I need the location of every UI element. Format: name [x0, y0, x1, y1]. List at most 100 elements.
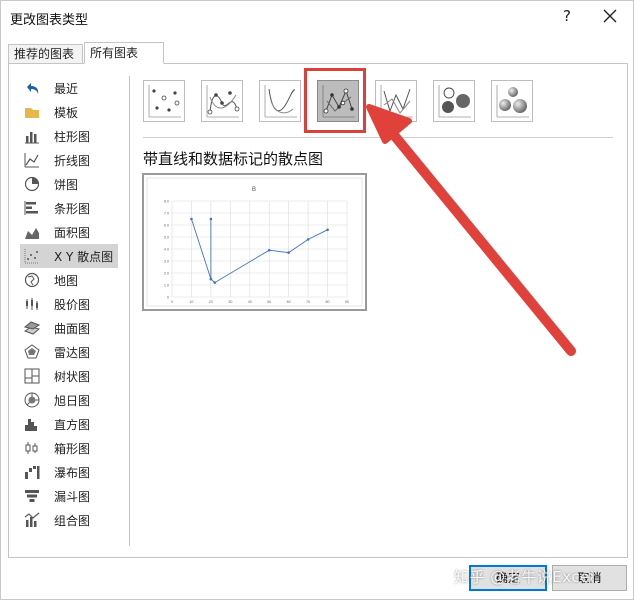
- preview-y-tick-label: 0: [167, 296, 169, 300]
- sidebar-item-histogram[interactable]: 直方图: [20, 412, 130, 436]
- sidebar-item-area-chart[interactable]: 面积图: [20, 220, 130, 244]
- preview-y-tick-label: 2.0: [164, 272, 169, 276]
- histogram-icon: [23, 415, 41, 433]
- preview-chart: B 0 1.0 2.0 3.0 4.0 5.0 6.0 7.0 8.0 0 10 20 30 40 50 60 7…: [146, 177, 363, 307]
- preview-data-point: [287, 251, 290, 254]
- preview-y-tick-label: 6.0: [164, 224, 169, 228]
- sidebar-item-combo-chart[interactable]: 组合图: [20, 508, 130, 532]
- undo-icon: [23, 79, 41, 97]
- subtype-title: 带直线和数据标记的散点图: [143, 150, 324, 168]
- change-chart-type-dialog: 更改图表类型 ? 推荐的图表 所有图表 最近模板柱形图折线图饼图条形图面积图 X …: [0, 0, 634, 600]
- scatter-straight-markers-icon: [322, 85, 355, 118]
- preview-y-tick-label: 8.0: [164, 200, 169, 204]
- horizontal-divider: [143, 137, 613, 138]
- help-button[interactable]: ?: [558, 5, 576, 27]
- preview-y-tick-label: 3.0: [164, 260, 169, 264]
- folder-icon: [23, 103, 41, 121]
- sidebar-item-map[interactable]: 地图: [20, 268, 130, 292]
- sidebar-item-funnel[interactable]: 漏斗图: [20, 484, 130, 508]
- sidebar-item-label: 模板: [54, 105, 79, 120]
- sidebar-item-stock-chart[interactable]: 股价图: [20, 292, 130, 316]
- dialog-title: 更改图表类型: [10, 13, 89, 28]
- sidebar-item-label: 树状图: [54, 369, 91, 384]
- sidebar-item-label: 条形图: [54, 201, 91, 216]
- scatter-chart-icon: [23, 247, 41, 265]
- bar-chart-icon: [23, 199, 41, 217]
- scatter-straight-lines-icon: [380, 85, 413, 118]
- tab-recommended-charts[interactable]: 推荐的图表: [8, 44, 83, 64]
- preview-chart-title: B: [252, 187, 256, 193]
- sidebar-item-box-whisker[interactable]: 箱形图: [20, 436, 130, 460]
- title-bar: 更改图表类型 ?: [1, 1, 633, 33]
- map-icon: [23, 271, 41, 289]
- preview-x-tick-label: 10: [189, 300, 193, 304]
- preview-chart-area: [146, 177, 363, 307]
- box-whisker-icon: [23, 439, 41, 457]
- preview-y-tick-label: 7.0: [164, 212, 169, 216]
- chart-preview[interactable]: B 0 1.0 2.0 3.0 4.0 5.0 6.0 7.0 8.0 0 10 20 30 40 50 60 7…: [142, 173, 367, 311]
- pie-chart-icon: [23, 175, 41, 193]
- vertical-divider: [129, 76, 130, 546]
- ok-button[interactable]: 确定: [469, 565, 547, 591]
- treemap-icon: [23, 367, 41, 385]
- preview-x-tick-label: 0: [171, 300, 173, 304]
- preview-x-tick-label: 60: [287, 300, 291, 304]
- sidebar-item-bar-chart[interactable]: 条形图: [20, 196, 130, 220]
- bubble-icon: [438, 85, 471, 118]
- sidebar-item-label: 股价图: [54, 297, 91, 312]
- preview-x-tick-label: 80: [326, 300, 330, 304]
- sidebar-item-label: 箱形图: [54, 441, 91, 456]
- preview-x-tick-label: 70: [306, 300, 310, 304]
- preview-data-point: [209, 217, 213, 221]
- tab-all-charts[interactable]: 所有图表: [84, 42, 164, 64]
- subtype-scatter[interactable]: [143, 80, 185, 122]
- sidebar-item-label: 直方图: [54, 417, 91, 432]
- column-chart-icon: [23, 127, 41, 145]
- preview-x-tick-label: 50: [267, 300, 271, 304]
- subtype-scatter-straight-lines[interactable]: [375, 80, 417, 122]
- sidebar-item-scatter-chart[interactable]: X Y 散点图: [20, 244, 118, 268]
- cancel-button[interactable]: 取消: [552, 565, 627, 591]
- preview-x-tick-label: 20: [209, 300, 213, 304]
- sidebar-item-label: 折线图: [54, 153, 91, 168]
- preview-data-point: [267, 248, 271, 252]
- preview-x-tick-label: 30: [228, 300, 232, 304]
- preview-y-tick-label: 4.0: [164, 248, 169, 252]
- sidebar-item-undo[interactable]: 最近: [20, 76, 130, 100]
- preview-y-tick-label: 1.0: [164, 284, 169, 288]
- close-button[interactable]: [598, 5, 622, 27]
- sidebar-item-folder[interactable]: 模板: [20, 100, 130, 124]
- sidebar-item-label: 面积图: [54, 225, 91, 240]
- sidebar-item-label: 地图: [54, 273, 79, 288]
- sidebar-item-radar-chart[interactable]: 雷达图: [20, 340, 130, 364]
- preview-data-point: [209, 277, 213, 281]
- subtype-scatter-smooth-lines[interactable]: [259, 80, 301, 122]
- sidebar-item-line-chart[interactable]: 折线图: [20, 148, 130, 172]
- sidebar-item-column-chart[interactable]: 柱形图: [20, 124, 130, 148]
- sidebar-item-surface-chart[interactable]: 曲面图: [20, 316, 130, 340]
- combo-chart-icon: [23, 511, 41, 529]
- preview-x-tick-label: 40: [248, 300, 252, 304]
- stock-chart-icon: [23, 295, 41, 313]
- sidebar-item-waterfall[interactable]: 瀑布图: [20, 460, 130, 484]
- preview-data-point: [306, 238, 310, 241]
- sidebar-item-label: 组合图: [54, 513, 91, 528]
- sidebar-item-label: 旭日图: [54, 393, 91, 408]
- subtype-scatter-smooth-markers[interactable]: [201, 80, 243, 122]
- sidebar-item-label: 最近: [54, 81, 79, 96]
- sidebar-item-label: 饼图: [54, 177, 79, 192]
- chart-type-list: 最近模板柱形图折线图饼图条形图面积图 X Y 散点图地图股价图曲面图雷达图树状图旭…: [20, 76, 130, 532]
- subtype-bubble[interactable]: [433, 80, 475, 122]
- sidebar-item-sunburst[interactable]: 旭日图: [20, 388, 130, 412]
- subtype-bubble-3d[interactable]: [491, 80, 533, 122]
- sidebar-item-label: 曲面图: [54, 321, 91, 336]
- waterfall-icon: [23, 463, 41, 481]
- sidebar-item-label: 雷达图: [54, 345, 91, 360]
- sidebar-item-label: 瀑布图: [54, 465, 91, 480]
- preview-data-point: [190, 217, 193, 221]
- sidebar-item-pie-chart[interactable]: 饼图: [20, 172, 130, 196]
- radar-chart-icon: [23, 343, 41, 361]
- preview-data-point: [213, 281, 217, 284]
- sidebar-item-treemap[interactable]: 树状图: [20, 364, 130, 388]
- subtype-scatter-straight-markers[interactable]: [317, 80, 359, 122]
